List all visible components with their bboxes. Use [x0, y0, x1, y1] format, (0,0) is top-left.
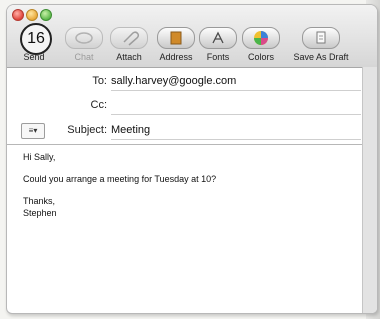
to-row: To: sally.harvey@google.com: [7, 71, 377, 91]
callout-badge: 16: [20, 23, 52, 55]
compose-window: Send 16 Chat Attach Address Fonts Colors…: [6, 4, 378, 314]
vertical-scrollbar[interactable]: [362, 67, 377, 313]
subject-field-underline: [111, 139, 361, 140]
header-body-divider: [7, 144, 377, 145]
colors-button[interactable]: Colors: [236, 27, 286, 65]
message-body[interactable]: Hi Sally, Could you arrange a meeting fo…: [23, 151, 353, 219]
subject-label: Subject:: [67, 124, 107, 136]
signature-line: Stephen: [23, 208, 57, 218]
chat-icon: [65, 27, 103, 49]
draft-document-icon: [302, 27, 340, 49]
colors-label: Colors: [247, 52, 274, 62]
paperclip-icon: [110, 27, 148, 49]
subject-field[interactable]: Meeting: [111, 124, 150, 136]
cc-row: Cc:: [7, 95, 377, 115]
toolbar: Send 16 Chat Attach Address Fonts Colors…: [7, 5, 377, 68]
zoom-window-button[interactable]: [40, 9, 52, 21]
to-label: To:: [92, 75, 107, 87]
greeting-line: Hi Sally,: [23, 152, 56, 162]
minimize-window-button[interactable]: [26, 9, 38, 21]
save-as-draft-button[interactable]: Save As Draft: [288, 27, 354, 65]
cc-label: Cc:: [90, 99, 108, 111]
attach-label: Attach: [116, 52, 142, 62]
address-book-icon: [157, 27, 195, 49]
chat-button[interactable]: Chat: [59, 27, 109, 65]
header-options-menu[interactable]: ≡▾: [21, 123, 45, 139]
request-line: Could you arrange a meeting for Tuesday …: [23, 174, 217, 184]
closing-line: Thanks,: [23, 196, 56, 206]
color-wheel-icon: [242, 27, 280, 49]
fonts-icon: [199, 27, 237, 49]
subject-row: ≡▾ Subject: Meeting: [7, 120, 377, 140]
to-field-underline: [111, 90, 361, 91]
close-window-button[interactable]: [12, 9, 24, 21]
chat-label: Chat: [74, 52, 94, 62]
attach-button[interactable]: Attach: [104, 27, 154, 65]
to-field[interactable]: sally.harvey@google.com: [111, 75, 236, 87]
save-as-draft-label: Save As Draft: [293, 52, 349, 62]
cc-field-underline: [111, 114, 361, 115]
